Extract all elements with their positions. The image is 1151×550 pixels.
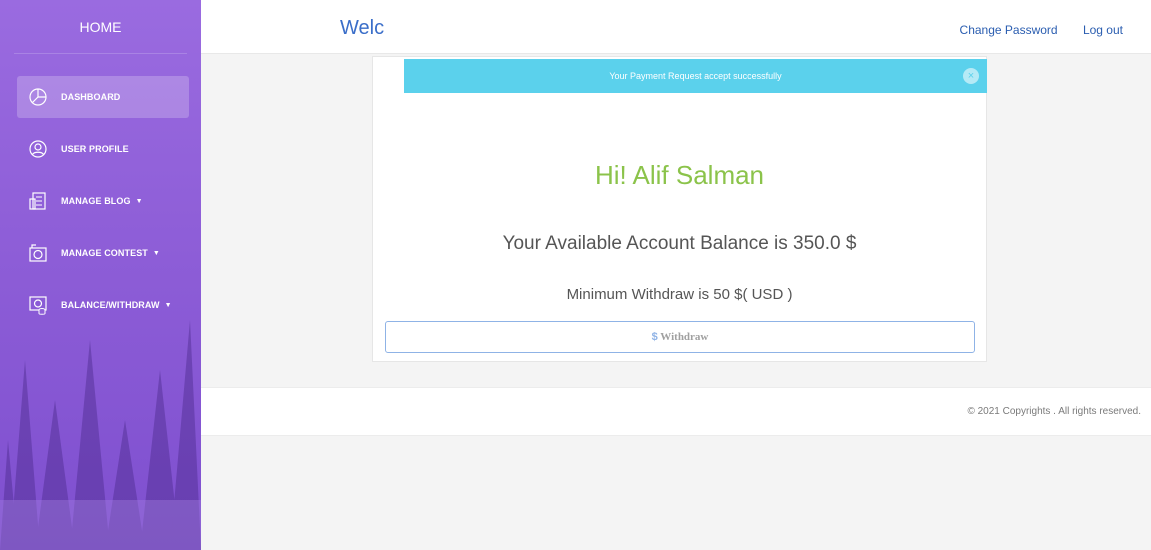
sidebar-item-manage-contest[interactable]: MANAGE CONTEST ▼ [17,232,189,274]
sidebar-item-balance-withdraw[interactable]: BALANCE/WITHDRAW ▼ [17,284,189,326]
copyright-text: © 2021 Copyrights . All rights reserved. [967,406,1141,417]
sidebar-title[interactable]: HOME [14,0,187,54]
logout-link[interactable]: Log out [1083,23,1123,37]
sidebar-item-dashboard[interactable]: DASHBOARD [17,76,189,118]
top-links: Change Password Log out [938,23,1123,37]
dollar-icon: $ [651,331,658,343]
pie-chart-icon [27,86,49,108]
change-password-link[interactable]: Change Password [960,23,1058,37]
sidebar-item-manage-blog[interactable]: MANAGE BLOG ▼ [17,180,189,222]
sidebar-item-user-profile[interactable]: USER PROFILE [17,128,189,170]
sidebar-nav: DASHBOARD USER PROFILE MANAGE BLOG ▼ MAN… [0,76,201,326]
sidebar-item-label: DASHBOARD [61,92,121,102]
camera-icon [27,242,49,264]
chevron-down-icon: ▼ [164,301,172,309]
withdraw-button[interactable]: $ Withdraw [385,321,975,353]
footer: © 2021 Copyrights . All rights reserved. [201,387,1151,436]
balance-text: Your Available Account Balance is 350.0 … [502,233,857,254]
sidebar-item-label: MANAGE CONTEST [61,248,148,258]
brand-title: Welc [340,17,385,39]
top-navbar: Welc Change Password Log out [201,0,1151,54]
blog-icon [27,190,49,212]
sidebar: HOME DASHBOARD USER PROFILE MANAGE BLOG … [0,0,201,550]
wallet-icon [27,294,49,316]
close-icon[interactable]: × [963,68,979,84]
success-alert: Your Payment Request accept successfully… [404,59,987,93]
min-withdraw-text: Minimum Withdraw is 50 $( USD ) [566,286,793,303]
sidebar-item-label: USER PROFILE [61,144,129,154]
chevron-down-icon: ▼ [152,249,160,257]
greeting: Hi! Alif Salman [594,160,765,190]
sidebar-item-label: MANAGE BLOG [61,196,131,206]
dashboard-card: Your Payment Request accept successfully… [372,56,987,362]
withdraw-label: Withdraw [660,331,709,343]
sidebar-item-label: BALANCE/WITHDRAW [61,300,160,310]
chevron-down-icon: ▼ [135,197,143,205]
user-icon [27,138,49,160]
alert-message: Your Payment Request accept successfully [609,71,782,81]
